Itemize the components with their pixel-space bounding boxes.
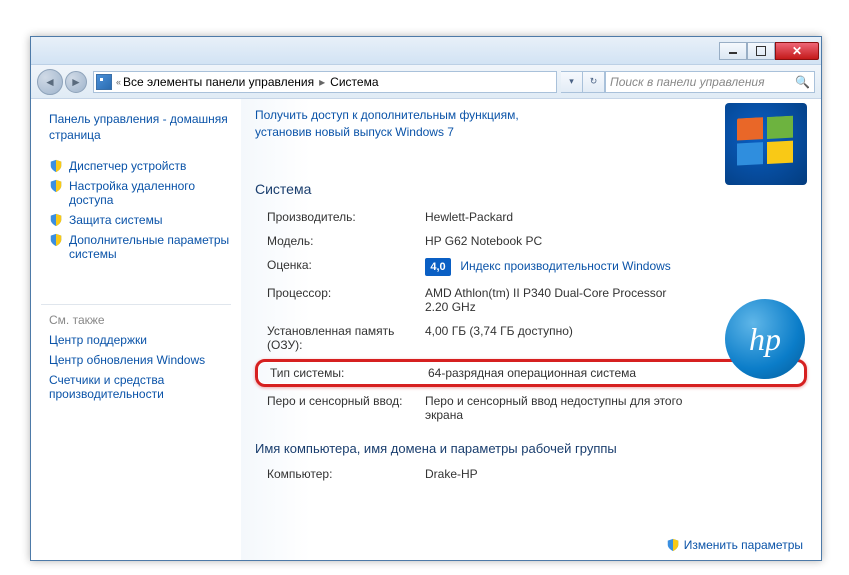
sidebar-system-protection[interactable]: Защита системы <box>41 210 231 230</box>
prop-label: Установленная память (ОЗУ): <box>255 324 425 352</box>
prop-value: Hewlett-Packard <box>425 210 807 224</box>
see-also-heading: См. также <box>41 304 231 330</box>
search-input[interactable]: Поиск в панели управления 🔍 <box>605 71 815 93</box>
shield-icon <box>49 233 63 247</box>
chevron-right-icon: ▸ <box>316 75 328 89</box>
hp-logo-icon: hp <box>725 299 805 379</box>
prop-value: AMD Athlon(tm) II P340 Dual-Core Process… <box>425 286 685 314</box>
prop-pen-touch: Перо и сенсорный ввод: Перо и сенсорный … <box>255 389 807 427</box>
sidebar-item-label: Настройка удаленного доступа <box>69 179 231 207</box>
wei-link[interactable]: Индекс производительности Windows <box>460 259 670 273</box>
maximize-button[interactable] <box>747 42 775 60</box>
upgrade-windows-link[interactable]: Получить доступ к дополнительным функция… <box>255 107 565 141</box>
prop-rating: Оценка: 4,0 Индекс производительности Wi… <box>255 253 807 281</box>
address-dropdown[interactable]: ▾ <box>561 71 583 93</box>
control-panel-icon <box>96 74 112 90</box>
prop-label: Оценка: <box>255 258 425 276</box>
wei-badge: 4,0 <box>425 258 451 276</box>
prop-label: Модель: <box>255 234 425 248</box>
prop-value: Drake-HP <box>425 467 807 481</box>
system-properties: Производитель: Hewlett-Packard Модель: H… <box>255 205 807 427</box>
sidebar-device-manager[interactable]: Диспетчер устройств <box>41 156 231 176</box>
windows-logo-icon <box>725 103 807 185</box>
sidebar-perf-tools[interactable]: Счетчики и средства производительности <box>41 370 231 404</box>
prop-system-type-highlighted: Тип системы: 64-разрядная операционная с… <box>255 359 807 387</box>
prop-value: HP G62 Notebook PC <box>425 234 807 248</box>
search-icon: 🔍 <box>795 75 810 89</box>
prop-label: Производитель: <box>255 210 425 224</box>
system-properties-window: ✕ ◄ ► « Все элементы панели управления ▸… <box>30 36 822 561</box>
change-settings-link[interactable]: Изменить параметры <box>666 538 803 552</box>
shield-icon <box>49 179 63 193</box>
sidebar-item-label: Диспетчер устройств <box>69 159 186 173</box>
prop-computer-name: Компьютер: Drake-HP <box>255 462 807 486</box>
prop-value: 4,0 Индекс производительности Windows <box>425 258 807 276</box>
sidebar-home-label: Панель управления - домашняя страница <box>49 112 231 143</box>
content-pane: Получить доступ к дополнительным функция… <box>241 99 821 560</box>
workgroup-section-heading: Имя компьютера, имя домена и параметры р… <box>255 441 807 456</box>
shield-icon <box>49 213 63 227</box>
breadcrumb-root[interactable]: Все элементы панели управления <box>121 75 316 89</box>
sidebar-item-label: Защита системы <box>69 213 162 227</box>
navbar: ◄ ► « Все элементы панели управления ▸ С… <box>31 65 821 99</box>
titlebar: ✕ <box>31 37 821 65</box>
sidebar-action-center[interactable]: Центр поддержки <box>41 330 231 350</box>
change-settings-label: Изменить параметры <box>684 538 803 552</box>
sidebar-item-label: Центр поддержки <box>49 333 147 347</box>
prop-label: Компьютер: <box>255 467 425 481</box>
shield-icon <box>49 159 63 173</box>
body-area: Панель управления - домашняя страница Ди… <box>31 99 821 560</box>
prop-label: Перо и сенсорный ввод: <box>255 394 425 422</box>
sidebar-item-label: Центр обновления Windows <box>49 353 205 367</box>
sidebar-remote-access[interactable]: Настройка удаленного доступа <box>41 176 231 210</box>
shield-icon <box>666 538 680 552</box>
close-button[interactable]: ✕ <box>775 42 819 60</box>
sidebar-item-label: Счетчики и средства производительности <box>49 373 231 401</box>
prop-label: Тип системы: <box>258 366 428 380</box>
sidebar: Панель управления - домашняя страница Ди… <box>31 99 241 560</box>
prop-value: Перо и сенсорный ввод недоступны для это… <box>425 394 685 422</box>
sidebar-advanced-settings[interactable]: Дополнительные параметры системы <box>41 230 231 264</box>
prop-processor: Процессор: AMD Athlon(tm) II P340 Dual-C… <box>255 281 807 319</box>
forward-button[interactable]: ► <box>65 71 87 93</box>
sidebar-windows-update[interactable]: Центр обновления Windows <box>41 350 231 370</box>
prop-model: Модель: HP G62 Notebook PC <box>255 229 807 253</box>
prop-manufacturer: Производитель: Hewlett-Packard <box>255 205 807 229</box>
address-bar[interactable]: « Все элементы панели управления ▸ Систе… <box>93 71 557 93</box>
prop-label: Процессор: <box>255 286 425 314</box>
refresh-button[interactable]: ↻ <box>583 71 605 93</box>
sidebar-home-link[interactable]: Панель управления - домашняя страница <box>41 109 231 146</box>
breadcrumb-current[interactable]: Система <box>328 75 380 89</box>
sidebar-item-label: Дополнительные параметры системы <box>69 233 231 261</box>
back-button[interactable]: ◄ <box>37 69 63 95</box>
minimize-button[interactable] <box>719 42 747 60</box>
system-section-heading: Система <box>255 181 807 197</box>
search-placeholder: Поиск в панели управления <box>610 75 765 89</box>
